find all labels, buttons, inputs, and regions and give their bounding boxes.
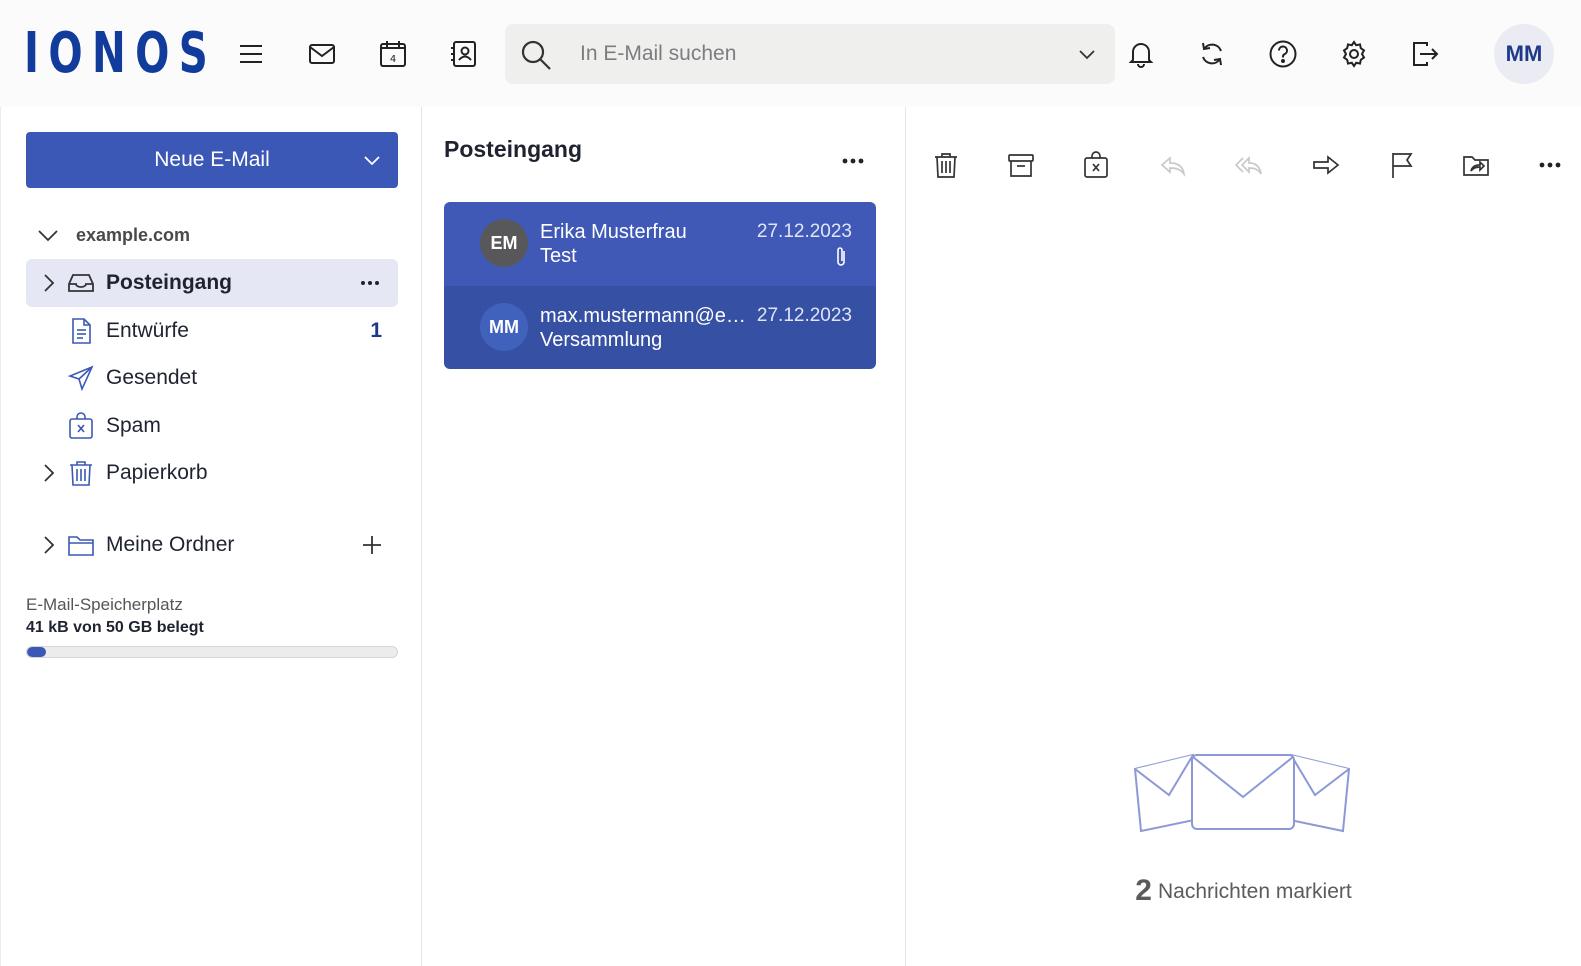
sidebar-item-spam[interactable]: Spam bbox=[26, 402, 398, 450]
more-icon[interactable] bbox=[356, 271, 384, 295]
account-toggle[interactable]: example.com bbox=[26, 219, 398, 251]
user-avatar[interactable]: MM bbox=[1494, 24, 1554, 84]
folder-label: Posteingang bbox=[106, 271, 233, 294]
sidebar-item-sent[interactable]: Gesendet bbox=[26, 354, 398, 402]
send-icon bbox=[66, 364, 96, 392]
sender-avatar: MM bbox=[480, 303, 528, 351]
inbox-icon bbox=[66, 269, 96, 297]
calendar-day: 4 bbox=[390, 54, 396, 65]
bell-icon[interactable] bbox=[1121, 34, 1161, 74]
message-list: EM Erika Musterfrau Test 27.12.2023 MM m… bbox=[444, 202, 876, 369]
list-title: Posteingang bbox=[444, 136, 583, 162]
ionos-logo[interactable]: IONOS bbox=[24, 22, 217, 86]
message-subject: Versammlung bbox=[540, 329, 663, 351]
message-row[interactable]: EM Erika Musterfrau Test 27.12.2023 bbox=[444, 202, 876, 286]
new-email-button[interactable]: Neue E-Mail bbox=[26, 132, 398, 188]
message-list-pane: Posteingang EM Erika Musterfrau Test 27.… bbox=[422, 107, 906, 966]
spam-icon[interactable] bbox=[1076, 145, 1116, 185]
gear-icon[interactable] bbox=[1334, 34, 1374, 74]
top-bar: IONOS 4 MM bbox=[0, 0, 1581, 107]
help-icon[interactable] bbox=[1263, 34, 1303, 74]
message-sender: max.mustermann@exa... bbox=[540, 305, 752, 327]
move-icon[interactable] bbox=[1456, 145, 1496, 185]
folder-label: Gesendet bbox=[106, 366, 198, 389]
forward-icon[interactable] bbox=[1306, 145, 1346, 185]
selected-count: 2 bbox=[1135, 874, 1152, 907]
sidebar-item-inbox[interactable]: Posteingang bbox=[26, 259, 398, 307]
chevron-right-icon[interactable] bbox=[38, 461, 60, 485]
chevron-right-icon[interactable] bbox=[38, 533, 60, 557]
envelopes-illustration bbox=[1133, 753, 1351, 833]
message-sender: Erika Musterfrau bbox=[540, 221, 687, 243]
trash-icon bbox=[66, 459, 96, 487]
storage-progress-bar bbox=[26, 646, 398, 658]
folder-label: Meine Ordner bbox=[106, 533, 235, 556]
storage-used-text: 41 kB von 50 GB belegt bbox=[26, 619, 204, 636]
delete-icon[interactable] bbox=[926, 145, 966, 185]
mail-icon[interactable] bbox=[302, 34, 342, 74]
folder-sidebar: Neue E-Mail example.com Posteingang Entw… bbox=[0, 107, 422, 966]
archive-icon[interactable] bbox=[1001, 145, 1041, 185]
sidebar-item-trash[interactable]: Papierkorb bbox=[26, 449, 398, 497]
more-icon[interactable] bbox=[836, 149, 870, 173]
unread-count-badge: 1 bbox=[370, 319, 382, 342]
message-date: 27.12.2023 bbox=[756, 221, 852, 242]
calendar-icon[interactable]: 4 bbox=[373, 34, 413, 74]
selected-text: Nachrichten markiert bbox=[1157, 880, 1352, 903]
spam-icon bbox=[66, 412, 96, 440]
search-icon[interactable] bbox=[519, 38, 553, 72]
logout-icon[interactable] bbox=[1405, 34, 1445, 74]
chevron-right-icon[interactable] bbox=[38, 271, 60, 295]
sidebar-item-drafts[interactable]: Entwürfe 1 bbox=[26, 307, 398, 355]
sender-avatar: EM bbox=[480, 219, 528, 267]
account-name: example.com bbox=[76, 224, 191, 245]
reading-pane: 2 Nachrichten markiert bbox=[906, 107, 1581, 966]
chevron-down-icon[interactable] bbox=[1075, 42, 1099, 66]
folder-icon bbox=[66, 531, 96, 559]
folder-label: Papierkorb bbox=[106, 461, 208, 484]
menu-icon[interactable] bbox=[231, 34, 271, 74]
search-box[interactable] bbox=[505, 24, 1115, 84]
sidebar-item-my-folders[interactable]: Meine Ordner bbox=[26, 521, 398, 569]
folder-label: Spam bbox=[106, 414, 161, 437]
refresh-icon[interactable] bbox=[1192, 34, 1232, 74]
flag-icon[interactable] bbox=[1382, 145, 1422, 185]
new-email-label: Neue E-Mail bbox=[154, 148, 270, 171]
selection-summary: 2 Nachrichten markiert bbox=[906, 874, 1581, 908]
add-folder-icon[interactable] bbox=[360, 533, 384, 557]
message-subject: Test bbox=[540, 245, 577, 267]
folder-label: Entwürfe bbox=[106, 319, 189, 342]
attachment-icon bbox=[832, 245, 850, 269]
more-icon[interactable] bbox=[1530, 145, 1570, 185]
search-input[interactable] bbox=[580, 36, 1040, 72]
reply-icon[interactable] bbox=[1153, 145, 1193, 185]
message-row[interactable]: MM max.mustermann@exa... Versammlung 27.… bbox=[444, 286, 876, 369]
storage-progress-fill bbox=[27, 647, 46, 657]
storage-label: E-Mail-Speicherplatz bbox=[26, 595, 183, 614]
contacts-icon[interactable] bbox=[444, 34, 484, 74]
message-date: 27.12.2023 bbox=[756, 305, 852, 326]
chevron-down-icon bbox=[36, 223, 60, 247]
reply-all-icon[interactable] bbox=[1229, 145, 1269, 185]
chevron-down-icon[interactable] bbox=[360, 148, 384, 172]
draft-icon bbox=[66, 317, 96, 345]
